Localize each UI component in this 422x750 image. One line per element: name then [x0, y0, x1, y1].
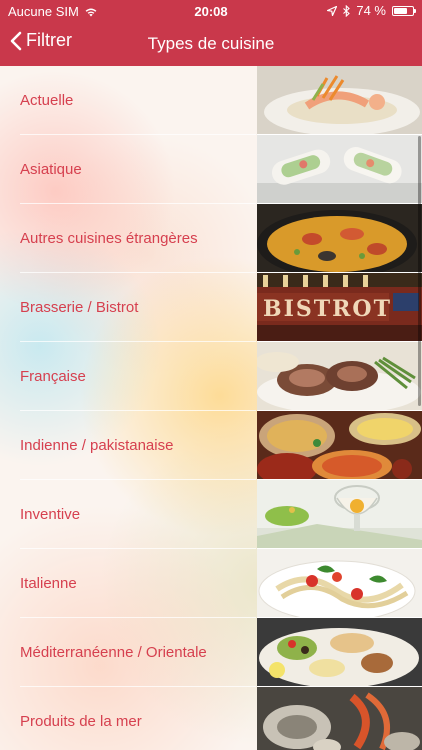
list-item-label: Française — [20, 368, 86, 385]
photo-pasta — [257, 549, 422, 617]
status-bar: Aucune SIM 20:08 74 % — [0, 0, 422, 22]
photo-glass-dessert — [257, 480, 422, 548]
list-item-italienne[interactable]: Italienne — [0, 549, 422, 618]
list-item-label: Italienne — [20, 575, 77, 592]
list-scrollbar[interactable] — [418, 136, 421, 406]
list-item-brasserie[interactable]: Brasserie / Bistrot BISTROT — [0, 273, 422, 342]
thumbnail-autres-cuisines — [257, 204, 422, 273]
photo-mezze — [257, 618, 422, 686]
cuisine-list: Actuelle Asiatique Autres cuisines étran… — [0, 66, 422, 750]
thumbnail-inventive — [257, 480, 422, 549]
list-item-label: Méditerranéenne / Orientale — [20, 644, 207, 661]
list-item-francaise[interactable]: Française — [0, 342, 422, 411]
thumbnail-produits-mer — [257, 687, 422, 750]
list-item-label: Autres cuisines étrangères — [20, 230, 198, 247]
photo-seafood — [257, 687, 422, 750]
list-item-label: Actuelle — [20, 92, 74, 109]
status-right: 74 % — [327, 3, 416, 18]
page-title: Types de cuisine — [147, 34, 275, 53]
photo-spring-rolls — [257, 135, 422, 203]
photo-bistrot-sign: BISTROT — [257, 273, 422, 341]
list-item-mediterraneenne[interactable]: Méditerranéenne / Orientale — [0, 618, 422, 687]
battery-label: 74 % — [356, 3, 386, 18]
battery-fill — [394, 7, 407, 14]
list-item-label: Asiatique — [20, 161, 82, 178]
thumbnail-indienne — [257, 411, 422, 480]
list-item-indienne[interactable]: Indienne / pakistanaise — [0, 411, 422, 480]
bluetooth-icon — [343, 4, 351, 17]
list-item-inventive[interactable]: Inventive — [0, 480, 422, 549]
thumbnail-brasserie: BISTROT — [257, 273, 422, 342]
thumbnail-italienne — [257, 549, 422, 618]
photo-indian-dishes — [257, 411, 422, 479]
list-item-label: Produits de la mer — [20, 713, 142, 730]
thumbnail-actuelle — [257, 66, 422, 135]
list-item-label: Indienne / pakistanaise — [20, 437, 174, 454]
location-arrow-icon — [327, 5, 338, 16]
photo-paella — [257, 204, 422, 272]
bistrot-sign-text: BISTROT — [263, 296, 392, 322]
list-item-actuelle[interactable]: Actuelle — [0, 66, 422, 135]
photo-plated-dish — [257, 66, 422, 134]
photo-roast-meat — [257, 342, 422, 410]
list-item-asiatique[interactable]: Asiatique — [0, 135, 422, 204]
navigation-bar: Filtrer Types de cuisine — [0, 22, 422, 66]
list-item-autres-cuisines[interactable]: Autres cuisines étrangères — [0, 204, 422, 273]
thumbnail-francaise — [257, 342, 422, 411]
top-bar: Aucune SIM 20:08 74 % Filtrer Types de c… — [0, 0, 422, 66]
thumbnail-asiatique — [257, 135, 422, 204]
list-item-produits-mer[interactable]: Produits de la mer — [0, 687, 422, 750]
thumbnail-mediterraneenne — [257, 618, 422, 687]
battery-icon — [392, 5, 416, 16]
list-item-label: Brasserie / Bistrot — [20, 299, 139, 316]
list-item-label: Inventive — [20, 506, 81, 523]
